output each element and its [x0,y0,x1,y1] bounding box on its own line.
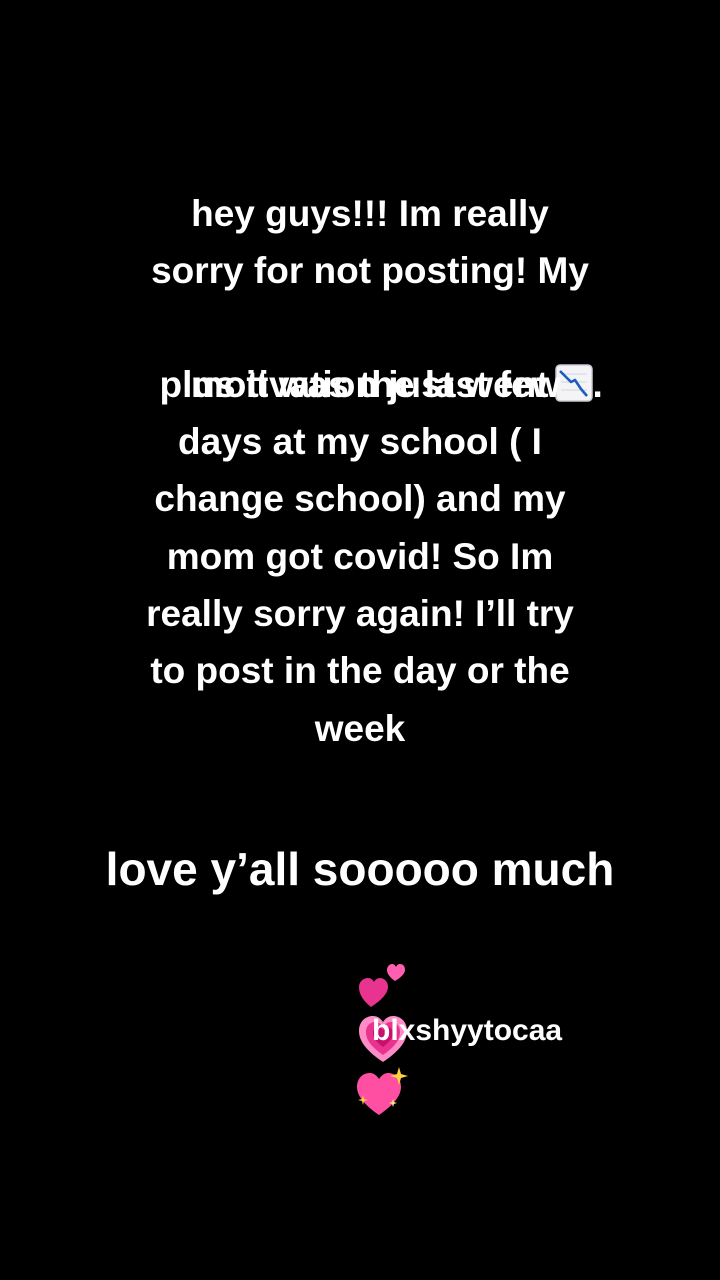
message-line-4: plus it was the last few [159,364,561,405]
sparkling-heart-icon [357,1066,409,1115]
message-line-2: sorry for not posting! My [151,250,589,291]
message-line-9: to post in the day or the [150,650,570,691]
message-line-7: mom got covid! So Im [166,536,554,577]
author-signature: blxshyytocaa [372,1014,563,1047]
two-hearts-icon [359,963,406,1007]
heart-emoji-row [0,910,720,1165]
love-text: love y’all sooooo much [105,843,615,895]
tiktok-text-post: hey guys!!! Im really sorry for not post… [0,0,720,1280]
message-line-8: really sorry again! I’ll try [146,593,574,634]
message-line-6: change school) and my [154,478,566,519]
message-line-1: hey guys!!! Im really [191,193,549,234]
message-line-10: week [314,708,406,749]
message-line-5: days at my school ( I [178,421,542,462]
